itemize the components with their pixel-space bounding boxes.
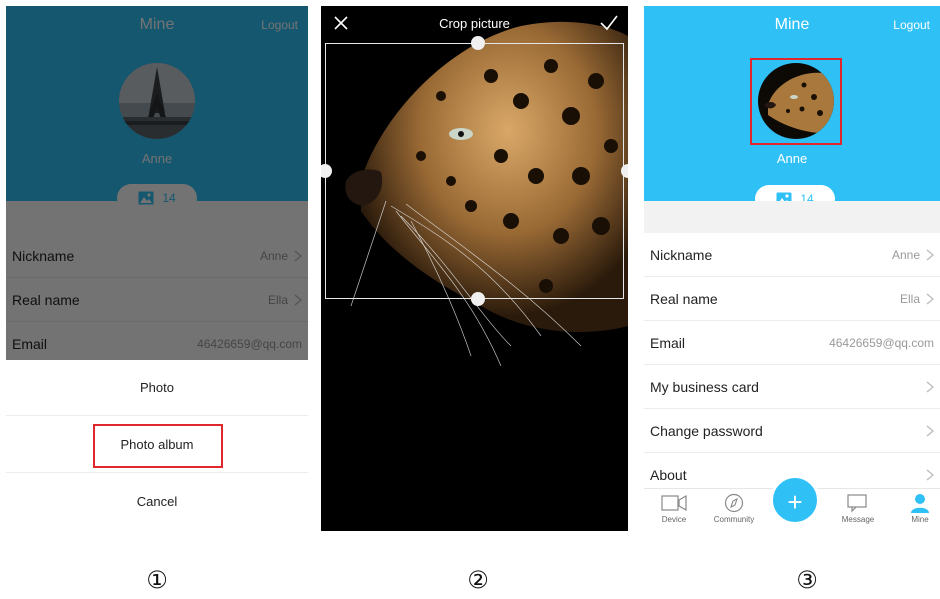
email-label: Email xyxy=(650,334,686,351)
nav-community-label: Community xyxy=(713,515,755,524)
person-icon xyxy=(911,494,929,513)
business-card-label: My business card xyxy=(650,378,759,395)
step-marker-1: ① xyxy=(146,566,168,594)
email-value: 46426659@qq.com xyxy=(829,335,934,350)
step-marker-2: ② xyxy=(467,566,489,594)
about-label: About xyxy=(650,466,687,483)
cancel-option[interactable]: Cancel xyxy=(6,474,308,530)
action-sheet: Photo Photo album Cancel xyxy=(6,360,308,531)
business-card-row[interactable]: My business card xyxy=(644,365,940,409)
profile-name: Anne xyxy=(776,151,808,166)
real-name-row[interactable]: Real name Ella xyxy=(644,277,940,321)
chevron-right-icon xyxy=(926,293,934,304)
crop-handle-bottom[interactable] xyxy=(471,292,485,306)
crop-handle-top[interactable] xyxy=(471,36,485,50)
nav-mine-label: Mine xyxy=(911,515,929,524)
panel-photo-source: Mine Logout Anne 14 Nickname Anne xyxy=(6,6,308,531)
crop-frame[interactable] xyxy=(325,43,624,299)
message-icon xyxy=(847,494,867,513)
nav-message[interactable]: Message xyxy=(828,493,888,524)
panel-profile-updated: Mine Logout Anne 14 Nickname Anne Real n… xyxy=(644,6,940,531)
logout-button[interactable]: Logout xyxy=(893,18,930,32)
nav-device-label: Device xyxy=(661,515,687,524)
change-password-row[interactable]: Change password xyxy=(644,409,940,453)
check-icon[interactable] xyxy=(600,15,618,31)
chevron-right-icon xyxy=(926,425,934,436)
real-name-value: Ella xyxy=(899,291,920,306)
add-button[interactable]: + xyxy=(770,475,820,525)
camera-icon xyxy=(661,494,687,512)
dim-overlay[interactable] xyxy=(6,6,308,360)
real-name-label: Real name xyxy=(650,290,718,307)
section-gap xyxy=(644,201,940,233)
nav-message-label: Message xyxy=(841,515,875,524)
nav-device[interactable]: Device xyxy=(644,493,704,524)
step-marker-3: ③ xyxy=(796,566,818,594)
email-row[interactable]: Email 46426659@qq.com xyxy=(644,321,940,365)
compass-icon xyxy=(724,493,744,513)
change-password-label: Change password xyxy=(650,422,763,439)
profile-header: Mine Logout Anne 14 xyxy=(644,6,940,213)
highlight-box xyxy=(93,424,223,468)
nickname-row[interactable]: Nickname Anne xyxy=(644,233,940,277)
crop-title: Crop picture xyxy=(439,16,510,31)
nav-mine[interactable]: Mine xyxy=(890,493,940,524)
chevron-right-icon xyxy=(926,249,934,260)
nickname-label: Nickname xyxy=(650,246,713,263)
highlight-box xyxy=(750,58,842,145)
chevron-right-icon xyxy=(926,469,934,480)
nickname-value: Anne xyxy=(891,247,920,262)
crop-handle-right[interactable] xyxy=(621,164,628,178)
chevron-right-icon xyxy=(926,381,934,392)
panel-crop-picture: Crop picture xyxy=(321,6,628,531)
photo-option[interactable]: Photo xyxy=(6,360,308,416)
nav-community[interactable]: Community xyxy=(704,493,764,524)
